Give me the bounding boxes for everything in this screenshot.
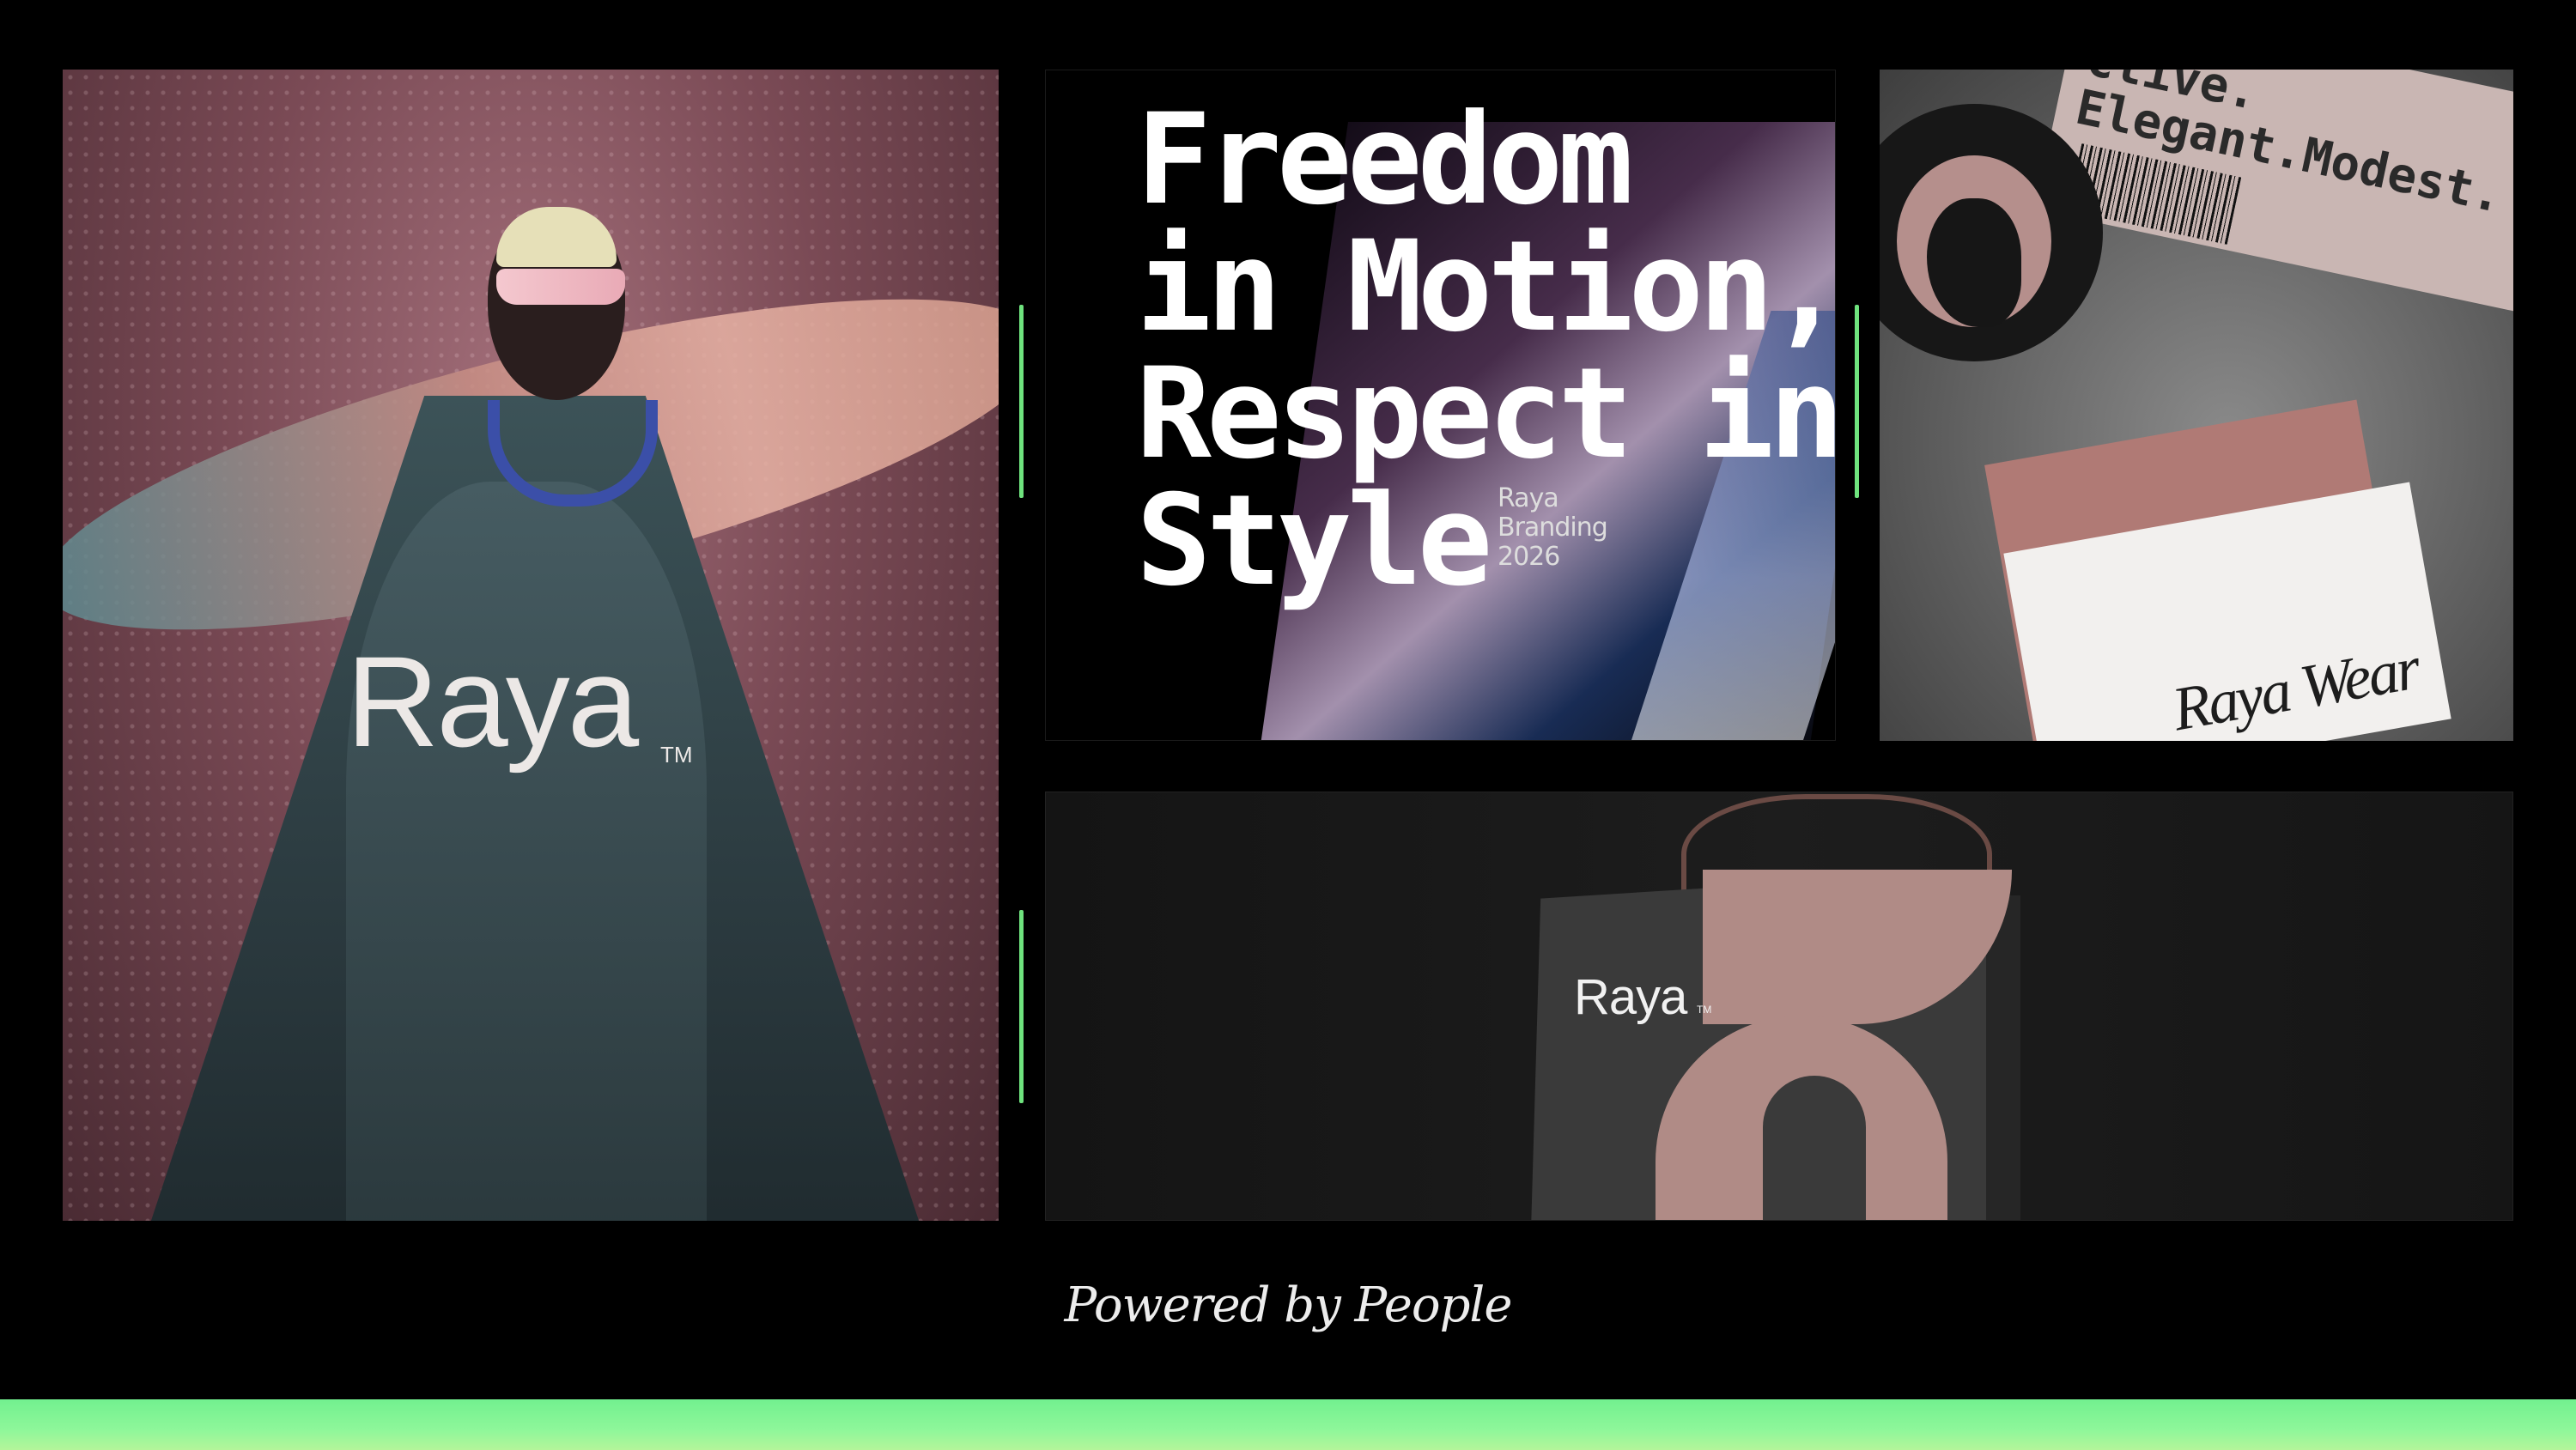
headline-line: Freedom xyxy=(1136,87,1633,233)
gown-figure xyxy=(346,482,707,1221)
poster-caption: Raya Branding 2026 xyxy=(1498,483,1608,572)
accent-line xyxy=(1855,305,1859,498)
trademark-mark: TM xyxy=(660,742,693,767)
bag-trademark: TM xyxy=(1697,1004,1712,1016)
headline-line: in Motion, xyxy=(1136,214,1836,360)
accent-line xyxy=(1019,305,1024,498)
caption-line: 2026 xyxy=(1498,542,1560,572)
headline-line: Style xyxy=(1136,468,1493,614)
headline-line: Respect in xyxy=(1136,341,1836,487)
bag-swirl-cutout xyxy=(1763,1076,1866,1220)
green-footer-bar xyxy=(0,1399,2576,1450)
fashion-portrait-image: Raya TM xyxy=(63,70,999,1221)
sunglasses xyxy=(496,269,625,305)
shopping-bag-image: Raya TM xyxy=(1045,792,2513,1221)
poster-headline: Freedom in Motion, Respect in Style xyxy=(1136,87,1836,614)
raya-logo: Raya xyxy=(346,629,639,774)
typographic-poster: Freedom in Motion, Respect in Style Raya… xyxy=(1045,70,1836,741)
caption-line: Branding xyxy=(1498,513,1608,543)
caption-line: Raya xyxy=(1498,483,1559,513)
bag-logo: Raya xyxy=(1574,969,1687,1025)
accent-line xyxy=(1019,910,1024,1103)
tagline: Powered by People xyxy=(1064,1277,1513,1333)
stationery-mockup-image: ctive. Elegant.Modest. Raya Wear xyxy=(1880,70,2513,741)
